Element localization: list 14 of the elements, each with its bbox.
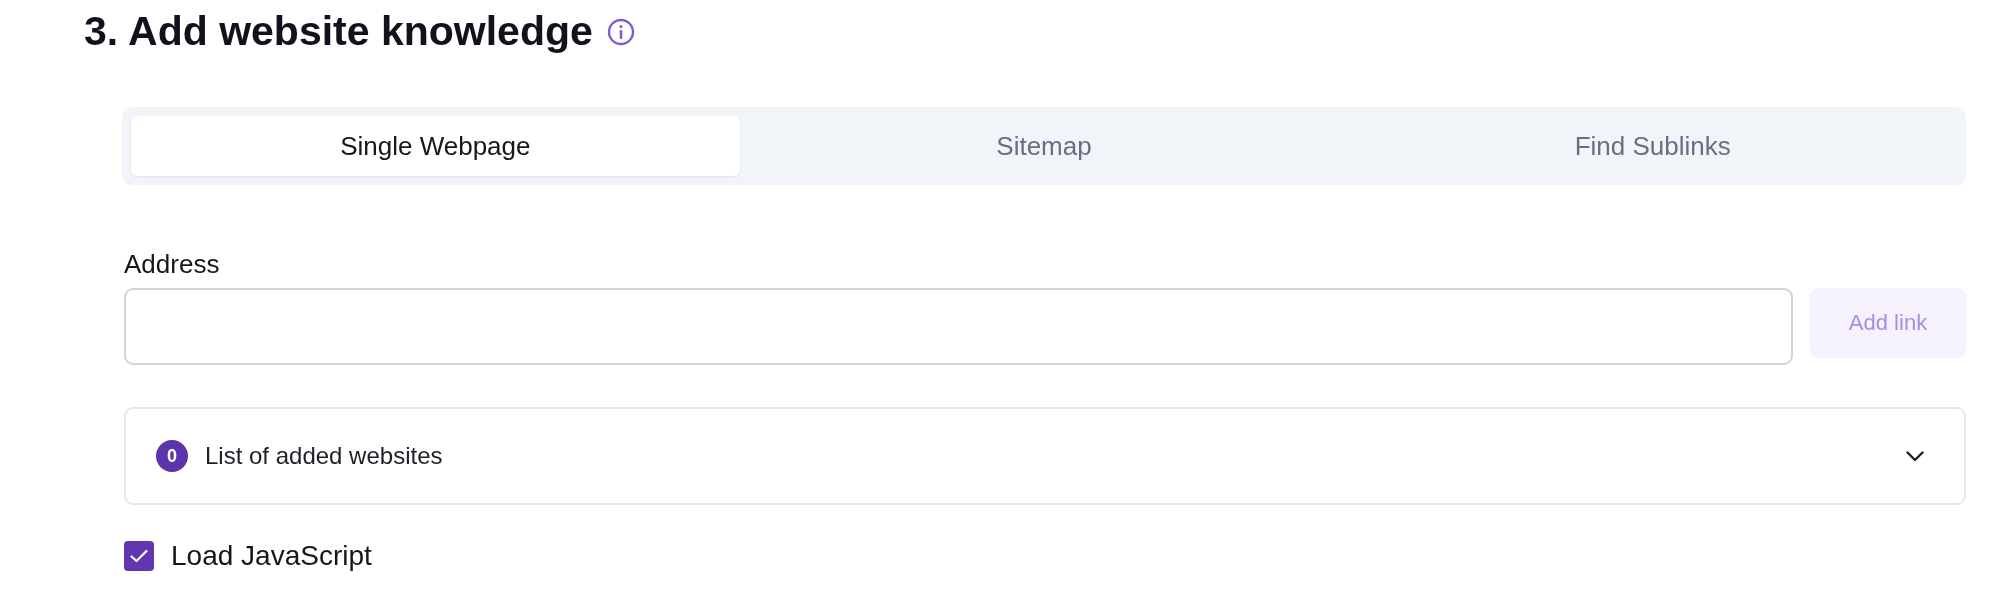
tab[interactable]: Single Webpage	[131, 116, 740, 176]
check-icon	[130, 549, 148, 563]
count-badge: 0	[156, 440, 188, 472]
chevron-down-icon[interactable]	[1906, 450, 1924, 462]
section-title: 3. Add website knowledge	[84, 7, 593, 55]
info-icon[interactable]	[606, 18, 635, 46]
address-input[interactable]	[124, 288, 1793, 365]
field-label: Address	[124, 249, 220, 279]
accordion-title: List of added websites	[205, 442, 443, 470]
websites-accordion[interactable]: 0 List of added websites	[124, 407, 1966, 505]
tab[interactable]: Sitemap	[739, 116, 1349, 176]
checkbox-label: Load JavaScript	[171, 540, 372, 572]
checkbox[interactable]	[124, 541, 154, 571]
tab[interactable]: Find Sublinks	[1348, 116, 1957, 176]
